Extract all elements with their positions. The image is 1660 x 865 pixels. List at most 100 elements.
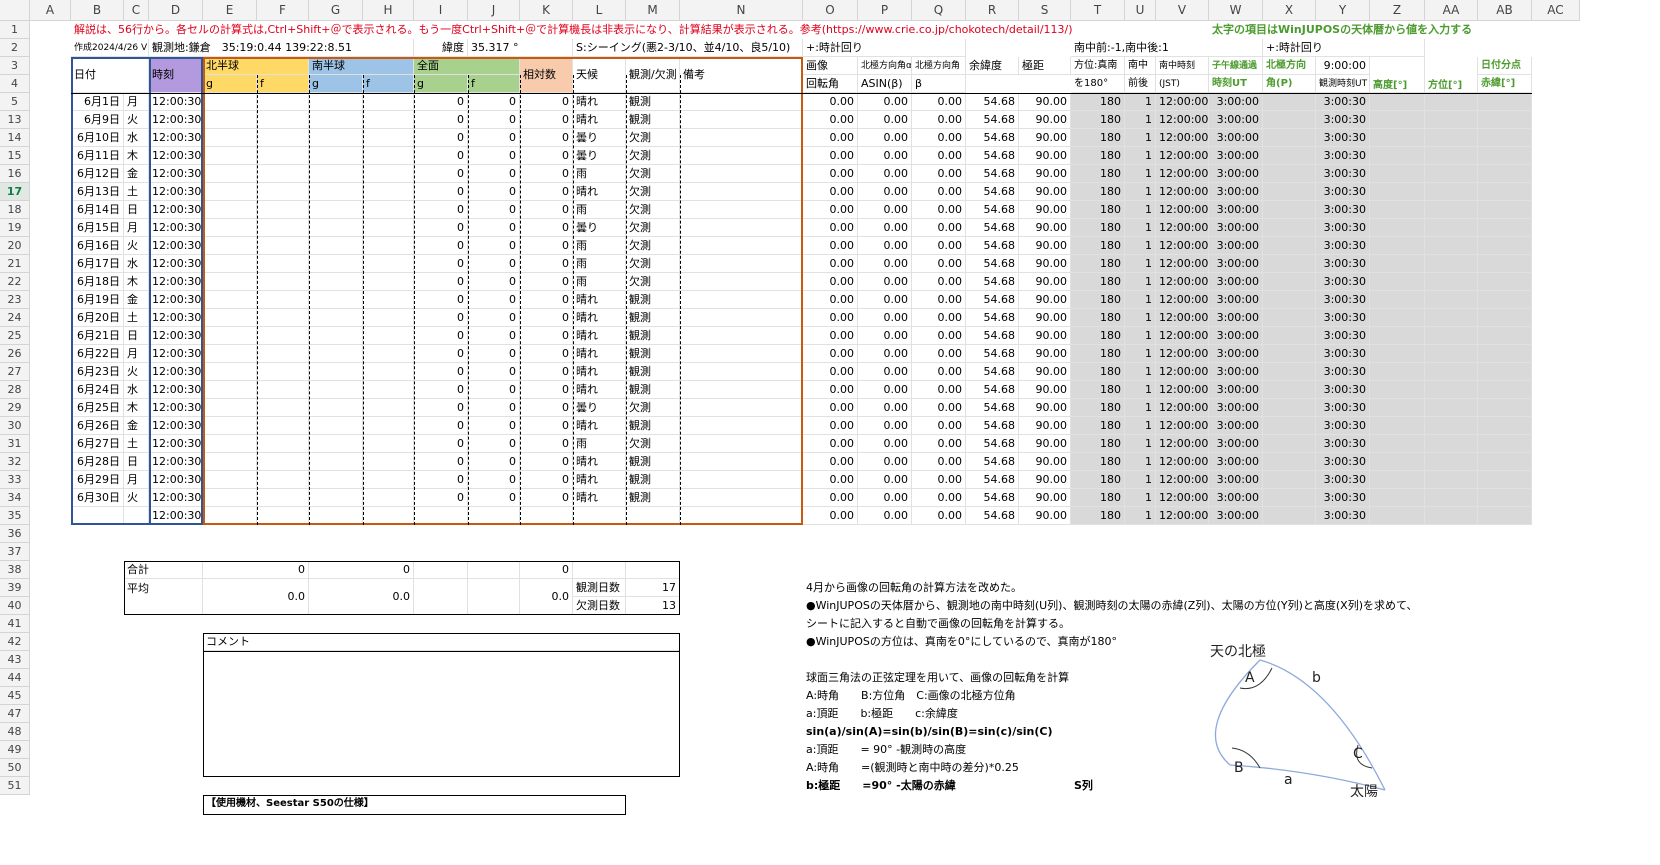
north-pole-angle-cell[interactable] <box>1263 399 1316 417</box>
weekday-cell[interactable]: 月 <box>124 219 149 237</box>
header-colatitude[interactable]: 余緯度 <box>966 57 1019 75</box>
row-header[interactable]: 20 <box>0 237 30 255</box>
full-f-cell[interactable]: 0 <box>468 435 520 453</box>
note-line[interactable]: b:極距 =90° -太陽の赤緯 <box>803 777 1532 795</box>
south-f-cell[interactable] <box>363 489 414 507</box>
south-g-cell[interactable] <box>309 489 363 507</box>
azimuth-cell[interactable]: 180 <box>1071 417 1125 435</box>
relative-cell[interactable]: 0 <box>520 381 573 399</box>
pole-alpha-cell[interactable]: 0.00 <box>858 399 912 417</box>
south-f-cell[interactable] <box>363 237 414 255</box>
observed-cell[interactable]: 欠測 <box>626 129 680 147</box>
pole-alpha-cell[interactable]: 0.00 <box>858 489 912 507</box>
weather-cell[interactable]: 曇り <box>573 147 626 165</box>
meridian-cell[interactable]: 1 <box>1125 147 1156 165</box>
weather-cell[interactable]: 晴れ <box>573 93 626 111</box>
relative-cell[interactable]: 0 <box>520 255 573 273</box>
row-header[interactable]: 5 <box>0 93 30 111</box>
column-header[interactable]: F <box>257 0 309 21</box>
north-g-cell[interactable] <box>203 291 257 309</box>
obs-time-ut-cell[interactable]: 3:00:30 <box>1316 363 1370 381</box>
meridian-cell[interactable]: 1 <box>1125 165 1156 183</box>
altitude-cell[interactable] <box>1370 507 1425 525</box>
colatitude-cell[interactable]: 54.68 <box>966 489 1019 507</box>
weather-cell[interactable]: 晴れ <box>573 381 626 399</box>
polar-distance-cell[interactable]: 90.00 <box>1019 507 1071 525</box>
north-f-cell[interactable] <box>257 255 309 273</box>
transit-ut-cell[interactable]: 3:00:00 <box>1209 255 1263 273</box>
transit-ut-cell[interactable]: 3:00:00 <box>1209 183 1263 201</box>
transit-ut-cell[interactable]: 3:00:00 <box>1209 363 1263 381</box>
obs-time-ut-cell[interactable]: 3:00:30 <box>1316 255 1370 273</box>
header-polar-distance[interactable]: 極距 <box>1019 57 1071 75</box>
column-header[interactable]: K <box>520 0 573 21</box>
header-transit-1[interactable]: 南中時刻 <box>1156 57 1209 75</box>
north-g-cell[interactable] <box>203 399 257 417</box>
header-pole-angle-alpha[interactable]: 北極方向角α <box>858 57 912 75</box>
transit-cell[interactable]: 12:00:00 <box>1156 201 1209 219</box>
polar-distance-cell[interactable]: 90.00 <box>1019 399 1071 417</box>
full-f-cell[interactable]: 0 <box>468 381 520 399</box>
south-f-cell[interactable] <box>363 327 414 345</box>
date-cell[interactable]: 6月19日 <box>71 291 124 309</box>
altitude-cell[interactable] <box>1370 273 1425 291</box>
weather-cell[interactable]: 雨 <box>573 201 626 219</box>
pole-alpha-cell[interactable]: 0.00 <box>858 363 912 381</box>
south-g-cell[interactable] <box>309 417 363 435</box>
pole-beta-cell[interactable]: 0.00 <box>912 201 966 219</box>
north-pole-angle-cell[interactable] <box>1263 345 1316 363</box>
note-line[interactable]: A:時角 B:方位角 C:画像の北極方位角 <box>803 687 1532 705</box>
header-north-pole-angle-1[interactable]: 北極方向 <box>1263 57 1316 75</box>
altitude-cell[interactable] <box>1370 399 1425 417</box>
azimuth-deg-cell[interactable] <box>1425 489 1478 507</box>
header-altitude[interactable]: 高度[°] <box>1370 57 1425 93</box>
south-f-cell[interactable] <box>363 147 414 165</box>
column-header[interactable]: E <box>203 0 257 21</box>
transit-ut-cell[interactable]: 3:00:00 <box>1209 219 1263 237</box>
polar-distance-cell[interactable]: 90.00 <box>1019 237 1071 255</box>
obs-time-ut-cell[interactable]: 3:00:30 <box>1316 201 1370 219</box>
declination-cell[interactable] <box>1478 363 1532 381</box>
full-g-cell[interactable]: 0 <box>414 381 468 399</box>
north-f-cell[interactable] <box>257 471 309 489</box>
row-header[interactable]: 32 <box>0 453 30 471</box>
observed-cell[interactable]: 欠測 <box>626 255 680 273</box>
column-header[interactable]: AC <box>1532 0 1580 21</box>
azimuth-deg-cell[interactable] <box>1425 417 1478 435</box>
azimuth-cell[interactable]: 180 <box>1071 255 1125 273</box>
weather-cell[interactable]: 曇り <box>573 399 626 417</box>
declination-cell[interactable] <box>1478 507 1532 525</box>
relative-cell[interactable]: 0 <box>520 399 573 417</box>
rotation-cell[interactable]: 0.00 <box>803 93 858 111</box>
pole-beta-cell[interactable]: 0.00 <box>912 147 966 165</box>
altitude-cell[interactable] <box>1370 291 1425 309</box>
header-north-hemisphere[interactable]: 北半球 <box>203 57 309 75</box>
colatitude-cell[interactable]: 54.68 <box>966 363 1019 381</box>
transit-cell[interactable]: 12:00:00 <box>1156 417 1209 435</box>
row-header[interactable]: 35 <box>0 507 30 525</box>
date-cell[interactable]: 6月11日 <box>71 147 124 165</box>
obs-time-ut-cell[interactable]: 3:00:30 <box>1316 471 1370 489</box>
transit-ut-cell[interactable]: 3:00:00 <box>1209 399 1263 417</box>
weekday-cell[interactable]: 金 <box>124 291 149 309</box>
pole-alpha-cell[interactable]: 0.00 <box>858 255 912 273</box>
meridian-cell[interactable]: 1 <box>1125 129 1156 147</box>
azimuth-cell[interactable]: 180 <box>1071 129 1125 147</box>
colatitude-cell[interactable]: 54.68 <box>966 381 1019 399</box>
weather-cell[interactable] <box>573 507 626 525</box>
azimuth-deg-cell[interactable] <box>1425 309 1478 327</box>
weekday-cell[interactable]: 土 <box>124 183 149 201</box>
average-empty-2[interactable] <box>468 579 520 615</box>
colatitude-cell[interactable]: 54.68 <box>966 309 1019 327</box>
meridian-cell[interactable]: 1 <box>1125 489 1156 507</box>
north-f-cell[interactable] <box>257 147 309 165</box>
north-g-cell[interactable] <box>203 183 257 201</box>
full-g-cell[interactable]: 0 <box>414 417 468 435</box>
weather-cell[interactable]: 晴れ <box>573 111 626 129</box>
pole-alpha-cell[interactable]: 0.00 <box>858 309 912 327</box>
pole-beta-cell[interactable]: 0.00 <box>912 453 966 471</box>
row-header[interactable]: 34 <box>0 489 30 507</box>
north-f-cell[interactable] <box>257 417 309 435</box>
weather-cell[interactable]: 晴れ <box>573 345 626 363</box>
weather-cell[interactable]: 雨 <box>573 165 626 183</box>
